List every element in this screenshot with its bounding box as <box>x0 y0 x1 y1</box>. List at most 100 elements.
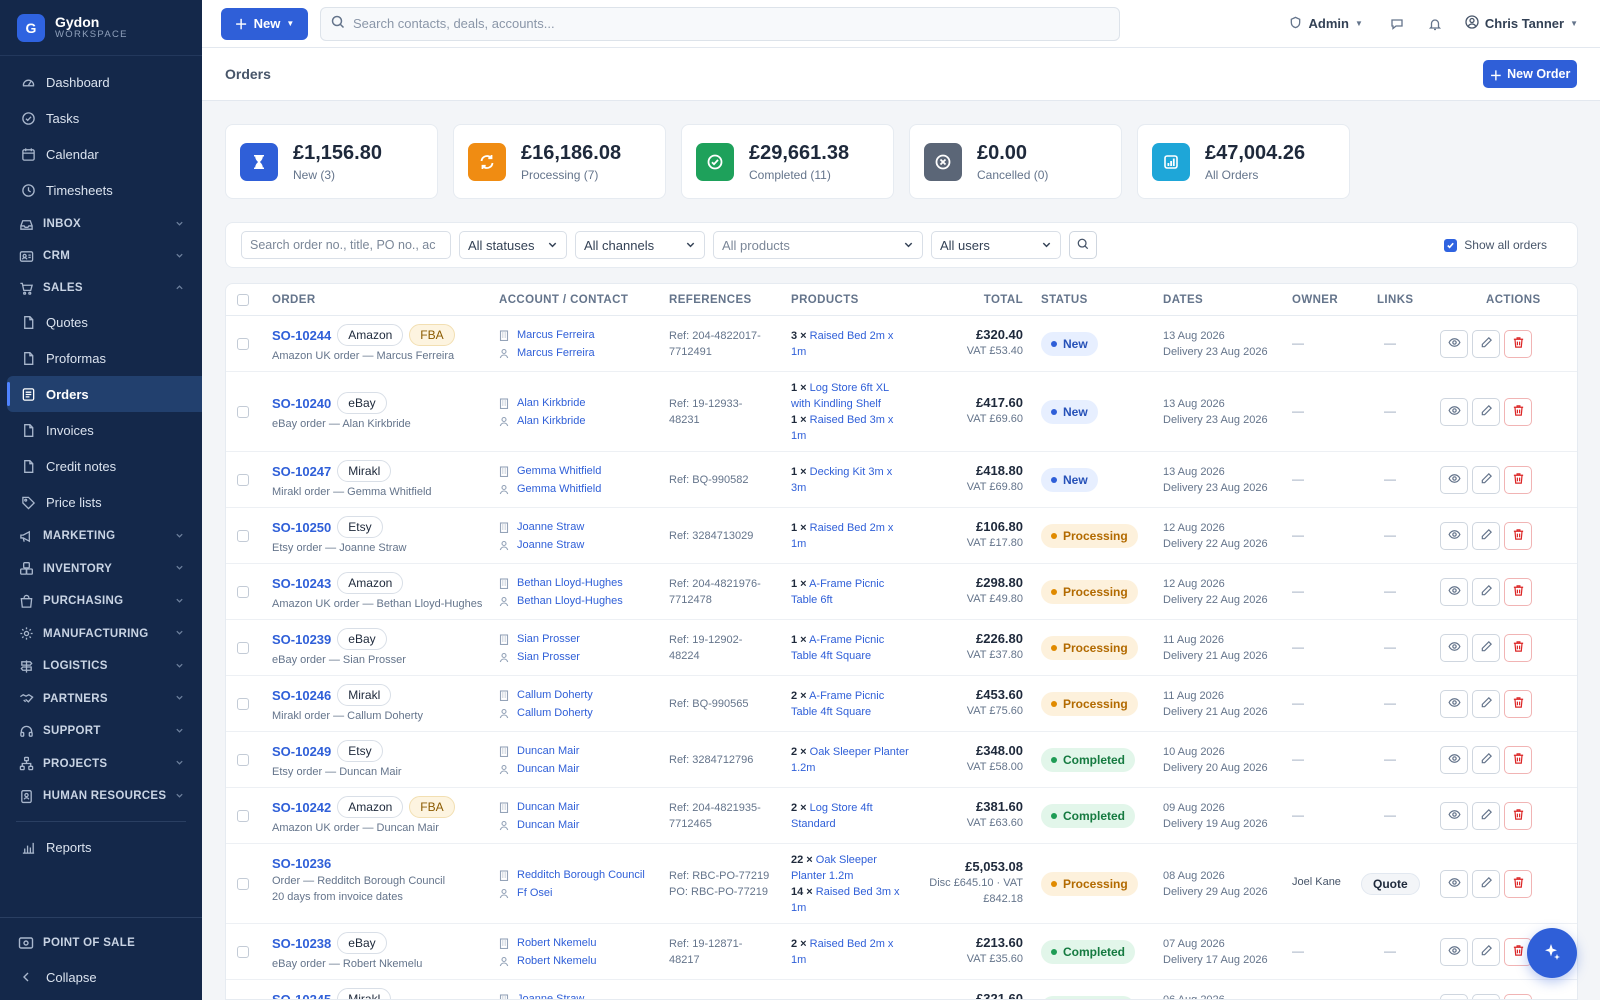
product-name[interactable]: Planter 1.2m <box>791 870 853 882</box>
product-name[interactable]: Log Store 6ft XL <box>810 382 890 394</box>
view-button[interactable] <box>1440 634 1468 662</box>
sidebar-item-orders[interactable]: Orders <box>7 376 202 412</box>
row-checkbox[interactable] <box>237 878 249 890</box>
edit-button[interactable] <box>1472 870 1500 898</box>
channels-select[interactable]: All channels <box>575 231 705 259</box>
contact-link[interactable]: Duncan Mair <box>499 816 579 834</box>
view-button[interactable] <box>1440 994 1468 999</box>
col-account[interactable]: ACCOUNT / CONTACT <box>499 294 628 306</box>
global-search-input[interactable]: Search contacts, deals, accounts... <box>320 6 1120 41</box>
contact-link[interactable]: Alan Kirkbride <box>499 412 585 430</box>
order-search-input[interactable]: Search order no., title, PO no., ac <box>241 231 451 259</box>
view-button[interactable] <box>1440 466 1468 494</box>
table-row[interactable]: SO-10246 Mirakl Mirakl order — Callum Dohe… <box>226 676 1577 732</box>
edit-button[interactable] <box>1472 690 1500 718</box>
edit-button[interactable] <box>1472 994 1500 999</box>
product-name[interactable]: Log Store 4ft <box>810 802 873 814</box>
bell-icon[interactable] <box>1427 16 1443 32</box>
product-name[interactable]: Table 6ft <box>791 594 833 606</box>
table-row[interactable]: SO-10238 eBay eBay order — Robert Nkemelu R… <box>226 924 1577 980</box>
table-row[interactable]: SO-10245MiraklJoanne Straw1 × Workbench … <box>226 980 1577 999</box>
sidebar-section-human-resources[interactable]: HUMAN RESOURCES <box>0 780 202 813</box>
col-owner[interactable]: OWNER <box>1292 294 1338 306</box>
row-checkbox[interactable] <box>237 338 249 350</box>
product-name[interactable]: 1m <box>791 902 806 914</box>
view-button[interactable] <box>1440 938 1468 966</box>
account-link[interactable]: Duncan Mair <box>499 742 579 760</box>
edit-button[interactable] <box>1472 578 1500 606</box>
sidebar-item-proformas[interactable]: Proformas <box>0 340 202 376</box>
product-name[interactable]: Table 4ft Square <box>791 706 871 718</box>
product-name[interactable]: 1m <box>791 430 806 442</box>
edit-button[interactable] <box>1472 802 1500 830</box>
account-link[interactable]: Callum Doherty <box>499 686 593 704</box>
product-name[interactable]: Raised Bed 2m x <box>810 938 894 950</box>
product-name[interactable]: Raised Bed 2m x <box>810 330 894 342</box>
filter-search-button[interactable] <box>1069 231 1097 259</box>
col-actions[interactable]: ACTIONS <box>1486 294 1541 306</box>
table-row[interactable]: SO-10239 eBay eBay order — Sian Prosser Sia… <box>226 620 1577 676</box>
order-number-link[interactable]: SO-10239 <box>272 632 331 647</box>
sidebar-section-point-of-sale[interactable]: POINT OF SALE <box>0 926 202 960</box>
delete-button[interactable] <box>1504 634 1532 662</box>
table-row[interactable]: SO-10236 Order — Redditch Borough Council… <box>226 844 1577 924</box>
select-all-checkbox[interactable] <box>237 294 249 306</box>
table-row[interactable]: SO-10247 Mirakl Mirakl order — Gemma Whitf… <box>226 452 1577 508</box>
sidebar-item-calendar[interactable]: Calendar <box>0 136 202 172</box>
product-name[interactable]: Table 4ft Square <box>791 650 871 662</box>
edit-button[interactable] <box>1472 938 1500 966</box>
col-products[interactable]: PRODUCTS <box>791 294 859 306</box>
account-link[interactable]: Joanne Straw <box>499 990 584 999</box>
contact-link[interactable]: Sian Prosser <box>499 648 580 666</box>
delete-button[interactable] <box>1504 870 1532 898</box>
edit-button[interactable] <box>1472 522 1500 550</box>
sidebar-item-price-lists[interactable]: Price lists <box>0 484 202 520</box>
edit-button[interactable] <box>1472 746 1500 774</box>
product-name[interactable]: Raised Bed 3m x <box>816 886 900 898</box>
contact-link[interactable]: Marcus Ferreira <box>499 344 595 362</box>
contact-link[interactable]: Robert Nkemelu <box>499 952 596 970</box>
sidebar-section-manufacturing[interactable]: MANUFACTURING <box>0 618 202 651</box>
sidebar-item-credit-notes[interactable]: Credit notes <box>0 448 202 484</box>
order-number-link[interactable]: SO-10246 <box>272 688 331 703</box>
sidebar-section-purchasing[interactable]: PURCHASING <box>0 585 202 618</box>
order-number-link[interactable]: SO-10240 <box>272 396 331 411</box>
order-number-link[interactable]: SO-10250 <box>272 520 331 535</box>
product-name[interactable]: A-Frame Picnic <box>809 690 884 702</box>
sidebar-section-inbox[interactable]: INBOX <box>0 208 202 240</box>
delete-button[interactable] <box>1504 522 1532 550</box>
row-checkbox[interactable] <box>237 754 249 766</box>
view-button[interactable] <box>1440 870 1468 898</box>
order-number-link[interactable]: SO-10244 <box>272 328 331 343</box>
col-links[interactable]: LINKS <box>1377 294 1414 306</box>
account-link[interactable]: Joanne Straw <box>499 518 584 536</box>
col-status[interactable]: STATUS <box>1041 294 1088 306</box>
order-number-link[interactable]: SO-10247 <box>272 464 331 479</box>
row-checkbox[interactable] <box>237 946 249 958</box>
sidebar-item-invoices[interactable]: Invoices <box>0 412 202 448</box>
admin-menu[interactable]: Admin ▼ <box>1289 16 1363 32</box>
sidebar-section-support[interactable]: SUPPORT <box>0 715 202 748</box>
table-row[interactable]: SO-10244 Amazon FBA Amazon UK order — Marcu… <box>226 316 1577 372</box>
table-row[interactable]: SO-10242 Amazon FBA Amazon UK order — Dunca… <box>226 788 1577 844</box>
product-line[interactable]: 1 × Log Store 6ft XL <box>791 380 916 396</box>
row-checkbox[interactable] <box>237 810 249 822</box>
delete-button[interactable] <box>1504 466 1532 494</box>
sidebar-item-quotes[interactable]: Quotes <box>0 304 202 340</box>
sidebar-item-dashboard[interactable]: Dashboard <box>0 64 202 100</box>
linked-document[interactable]: Quote <box>1361 873 1420 895</box>
order-number-link[interactable]: SO-10242 <box>272 800 331 815</box>
row-checkbox[interactable] <box>237 474 249 486</box>
user-menu[interactable]: Chris Tanner ▼ <box>1465 15 1578 32</box>
delete-button[interactable] <box>1504 398 1532 426</box>
sidebar-section-projects[interactable]: PROJECTS <box>0 748 202 781</box>
product-name[interactable]: Raised Bed 3m x <box>810 414 894 426</box>
sidebar-section-sales[interactable]: SALES <box>0 272 202 304</box>
stat-card-processing-7[interactable]: £16,186.08 Processing (7) <box>453 124 666 199</box>
view-button[interactable] <box>1440 398 1468 426</box>
delete-button[interactable] <box>1504 690 1532 718</box>
view-button[interactable] <box>1440 578 1468 606</box>
account-link[interactable]: Alan Kirkbride <box>499 394 585 412</box>
contact-link[interactable]: Joanne Straw <box>499 536 584 554</box>
sidebar-section-logistics[interactable]: LOGISTICS <box>0 650 202 683</box>
